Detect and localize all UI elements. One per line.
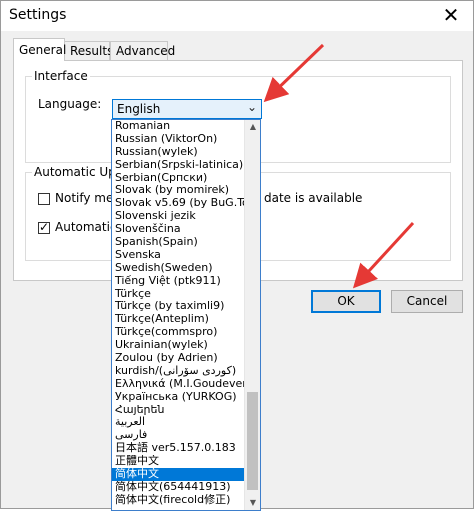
- language-select-value: English: [117, 102, 161, 116]
- language-option[interactable]: Українська (YURKOG): [112, 391, 244, 404]
- language-option[interactable]: Türkçe: [112, 288, 244, 301]
- language-option[interactable]: Slovenski jezik: [112, 210, 244, 223]
- auto-update-checkbox[interactable]: [38, 220, 50, 234]
- language-option[interactable]: Türkçe (by taximli9): [112, 300, 244, 313]
- language-option[interactable]: Ελληνικά (M.I.Goudevenos): [112, 378, 244, 391]
- language-option[interactable]: Ukrainian(wylek): [112, 339, 244, 352]
- language-label: Language:: [38, 97, 102, 111]
- language-select[interactable]: English ⌄: [112, 99, 262, 119]
- close-icon[interactable]: ✕: [439, 3, 463, 27]
- language-option[interactable]: kurdish/(کوردی سۆرانی): [112, 365, 244, 378]
- language-option[interactable]: Zoulou (by Adrien): [112, 352, 244, 365]
- language-option[interactable]: Spanish(Spain): [112, 236, 244, 249]
- scroll-thumb[interactable]: [247, 392, 258, 490]
- language-option[interactable]: 正體中文: [112, 455, 244, 468]
- language-option[interactable]: 日本語 ver5.157.0.183: [112, 442, 244, 455]
- language-dropdown-list[interactable]: Romanian Russian (ViktorOn) Russian(wylek)…: [111, 119, 261, 511]
- interface-legend: Interface: [34, 69, 88, 83]
- window-title: Settings: [9, 7, 67, 23]
- tab-general-label: General: [19, 43, 67, 57]
- language-option[interactable]: العربية: [112, 416, 244, 429]
- tab-results-label: Results: [70, 44, 114, 58]
- language-option[interactable]: Serbian(Srpski-latinica): [112, 159, 244, 172]
- notify-checkbox[interactable]: [38, 193, 50, 205]
- language-option[interactable]: Romanian: [112, 120, 244, 133]
- dropdown-scrollbar[interactable]: ▲ ▼: [244, 120, 260, 510]
- language-option[interactable]: Russian(wylek): [112, 146, 244, 159]
- language-option[interactable]: Slovak (by momirek): [112, 184, 244, 197]
- language-option[interactable]: Türkçe(commspro): [112, 326, 244, 339]
- language-option[interactable]: Tiếng Việt (ptk911): [112, 275, 244, 288]
- language-option[interactable]: Հայերեն: [112, 404, 244, 417]
- cancel-button[interactable]: Cancel: [391, 290, 463, 313]
- language-option[interactable]: Slovak v5.69 (by BuG.ToM): [112, 197, 244, 210]
- tab-advanced[interactable]: Advanced: [110, 41, 175, 60]
- language-option[interactable]: Slovenščina: [112, 223, 244, 236]
- notify-label-tail: date is available: [264, 191, 363, 205]
- language-option[interactable]: Türkçe(Anteplim): [112, 313, 244, 326]
- tab-general[interactable]: General: [13, 38, 67, 61]
- scroll-up-icon[interactable]: ▲: [245, 120, 260, 134]
- chevron-down-icon[interactable]: ⌄: [247, 100, 257, 114]
- language-option[interactable]: فارسی: [112, 429, 244, 442]
- language-option[interactable]: 简体中文: [112, 468, 244, 481]
- scroll-down-icon[interactable]: ▼: [245, 496, 260, 510]
- language-option[interactable]: Russian (ViktorOn): [112, 133, 244, 146]
- tab-results[interactable]: Results: [64, 41, 114, 60]
- language-option[interactable]: 简体中文(654441913): [112, 481, 244, 494]
- title-bar: Settings ✕: [1, 1, 473, 31]
- ok-button[interactable]: OK: [311, 290, 381, 313]
- language-options[interactable]: Romanian Russian (ViktorOn) Russian(wylek)…: [112, 120, 244, 510]
- tab-advanced-label: Advanced: [116, 44, 176, 58]
- language-option[interactable]: Svenska: [112, 249, 244, 262]
- language-option[interactable]: 简体中文(firecold修正): [112, 494, 244, 507]
- language-option[interactable]: Swedish(Sweden): [112, 262, 244, 275]
- language-option[interactable]: Serbian(Српски): [112, 172, 244, 185]
